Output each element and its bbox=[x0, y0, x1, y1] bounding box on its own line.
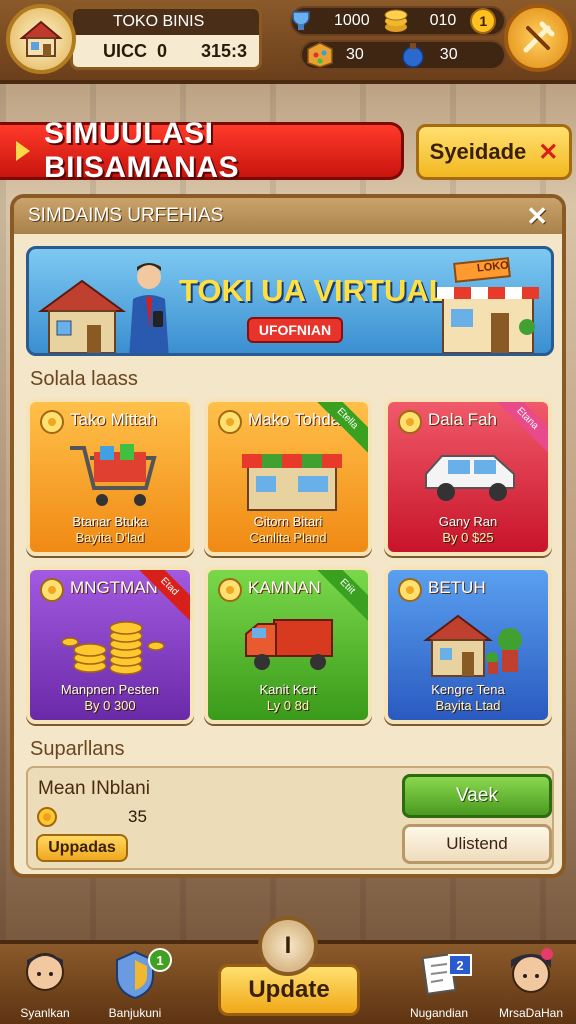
primary-action-button[interactable]: Vaek bbox=[402, 774, 552, 818]
character-avatar-icon bbox=[26, 953, 64, 991]
coin-row: 35 bbox=[36, 806, 147, 828]
card-line-2: Bayita Ltad bbox=[435, 698, 501, 713]
resource-gems: 1000 bbox=[288, 8, 370, 34]
nav-label: Syanlkan bbox=[20, 1006, 70, 1020]
panel-title: SIMDAIMS URFEHIAS bbox=[28, 205, 224, 226]
card-line-2: By 0 $25 bbox=[442, 530, 494, 545]
card-title: Dala Fah bbox=[428, 410, 497, 429]
section-label-management: Suparllans bbox=[30, 738, 125, 760]
card-mako-tohdah[interactable]: Mako Tohdah Etella Gitorn Bitari Canlita… bbox=[204, 398, 372, 556]
nav-label: Nugandian bbox=[409, 1006, 469, 1020]
nav-item-mrsadahan[interactable]: MrsaDaHan bbox=[486, 946, 576, 1024]
card-dala-fah[interactable]: Dala Fah Etana Gany Ran By 0 $25 bbox=[384, 398, 552, 556]
gold-coins-icon bbox=[61, 621, 165, 675]
card-tako-mittah[interactable]: Tako Mittah Btanar Btuka Bayita D'lad bbox=[26, 398, 194, 556]
notification-badge[interactable]: 1 bbox=[470, 8, 497, 34]
close-icon: ✕ bbox=[538, 138, 559, 166]
profile-value: 315:3 bbox=[200, 40, 247, 61]
gear-icon bbox=[40, 410, 64, 434]
card-line-1: Gany Ran bbox=[438, 514, 498, 529]
card-line-1: Btanar Btuka bbox=[72, 514, 148, 529]
card-kamnan[interactable]: KAMNAN Etiit Kanit Kert Ly 0 8d bbox=[204, 566, 372, 724]
resource-potion: 30 bbox=[400, 41, 458, 69]
card-line-2: Ly 0 8d bbox=[266, 698, 310, 713]
promo-banner[interactable]: TOKI UA VIRTUAL UFOFNIAN LOKO bbox=[26, 246, 554, 356]
gear-icon bbox=[398, 578, 422, 602]
nav-badge: 1 bbox=[148, 948, 172, 972]
gear-icon bbox=[398, 410, 422, 434]
car-icon bbox=[425, 455, 515, 501]
card-line-1: Kengre Tena bbox=[431, 682, 505, 697]
card-line-2: Canlita Pland bbox=[249, 530, 327, 545]
resource-bar-top: 1000 010 1 bbox=[290, 6, 506, 36]
top-bar: TOKO BINIS UICC 0 315:3 1000 010 1 30 30 bbox=[0, 0, 576, 84]
card-line-1: Manpnen Pesten bbox=[60, 682, 160, 697]
character-avatar-icon bbox=[511, 948, 553, 993]
nav-item-syanlkan[interactable]: Syanlkan bbox=[0, 946, 90, 1024]
profile-title: TOKO BINIS bbox=[73, 9, 259, 35]
tools-button[interactable] bbox=[504, 4, 572, 72]
store-icon bbox=[242, 454, 342, 511]
card-betuh[interactable]: BETUH Kengre Tena Bayita Ltad bbox=[384, 566, 552, 724]
house-illustration bbox=[37, 279, 127, 353]
shop-avatar-icon[interactable] bbox=[6, 4, 76, 74]
trophy-icon bbox=[292, 11, 310, 30]
shopping-cart-icon bbox=[70, 444, 157, 506]
nav-label: MrsaDaHan bbox=[498, 1006, 564, 1020]
promo-button[interactable]: UFOFNIAN bbox=[247, 317, 343, 343]
potion-icon bbox=[402, 43, 424, 68]
card-line-2: By 0 300 bbox=[84, 698, 136, 713]
update-knob[interactable]: I bbox=[258, 916, 318, 976]
card-title: BETUH bbox=[428, 578, 486, 597]
card-title: KAMNAN bbox=[248, 578, 321, 597]
card-title: Tako Mittah bbox=[70, 410, 157, 429]
gear-icon bbox=[218, 410, 242, 434]
coin-stack-icon bbox=[384, 9, 408, 32]
profile-name: UICC 0 bbox=[103, 40, 168, 61]
resource-bar-bottom: 30 30 bbox=[300, 40, 506, 70]
panel-close-icon[interactable]: ✕ bbox=[526, 201, 548, 232]
update-small-button[interactable]: Uppadas bbox=[36, 834, 128, 862]
coin-amount: 35 bbox=[128, 807, 147, 826]
truck-icon bbox=[245, 619, 333, 670]
card-line-2: Bayita D'lad bbox=[75, 530, 145, 545]
secondary-action-button[interactable]: Ulistend bbox=[402, 824, 552, 864]
promo-title: TOKI UA VIRTUAL bbox=[179, 273, 448, 308]
nav-label: Banjukuni bbox=[108, 1006, 162, 1020]
gear-icon bbox=[40, 578, 64, 602]
medal-icon bbox=[218, 578, 242, 602]
coin-icon bbox=[37, 807, 57, 827]
business-panel: SIMDAIMS URFEHIAS ✕ TOKI UA VIRTUAL UFOF… bbox=[10, 194, 566, 878]
side-action-button[interactable]: Syeidade ✕ bbox=[416, 124, 572, 180]
section-label-categories: Solala laass bbox=[30, 368, 138, 390]
resource-boxes: 30 bbox=[302, 41, 364, 69]
title-banner: SIMUULASI BIISAMANAS bbox=[0, 117, 404, 184]
card-title: MNGTMAN bbox=[70, 578, 158, 597]
panel-header: SIMDAIMS URFEHIAS ✕ bbox=[14, 198, 562, 234]
nav-item-nugandian[interactable]: 2 Nugandian bbox=[394, 946, 484, 1024]
businessman-illustration bbox=[129, 263, 169, 353]
management-box: Mean INblani 35 Uppadas Vaek Ulistend bbox=[26, 766, 554, 870]
resource-coins: 010 bbox=[382, 7, 456, 35]
profile-panel[interactable]: TOKO BINIS UICC 0 315:3 bbox=[70, 6, 262, 70]
banner-arrow-icon bbox=[16, 141, 30, 161]
nav-badge: 2 bbox=[448, 954, 472, 976]
cube-icon bbox=[307, 42, 333, 68]
card-mngtman[interactable]: MNGTMAN Etad Manpnen Pesten By 0 300 bbox=[26, 566, 194, 724]
house-plants-icon bbox=[423, 614, 522, 677]
tools-icon bbox=[523, 21, 555, 53]
card-line-1: Kanit Kert bbox=[259, 682, 317, 697]
side-action-label: Syeidade bbox=[429, 139, 527, 164]
management-name: Mean INblani bbox=[38, 778, 150, 799]
banner-title: SIMUULASI BIISAMANAS bbox=[44, 117, 240, 184]
card-line-1: Gitorn Bitari bbox=[253, 514, 323, 529]
nav-item-banjukuni[interactable]: 1 Banjukuni bbox=[90, 946, 180, 1024]
